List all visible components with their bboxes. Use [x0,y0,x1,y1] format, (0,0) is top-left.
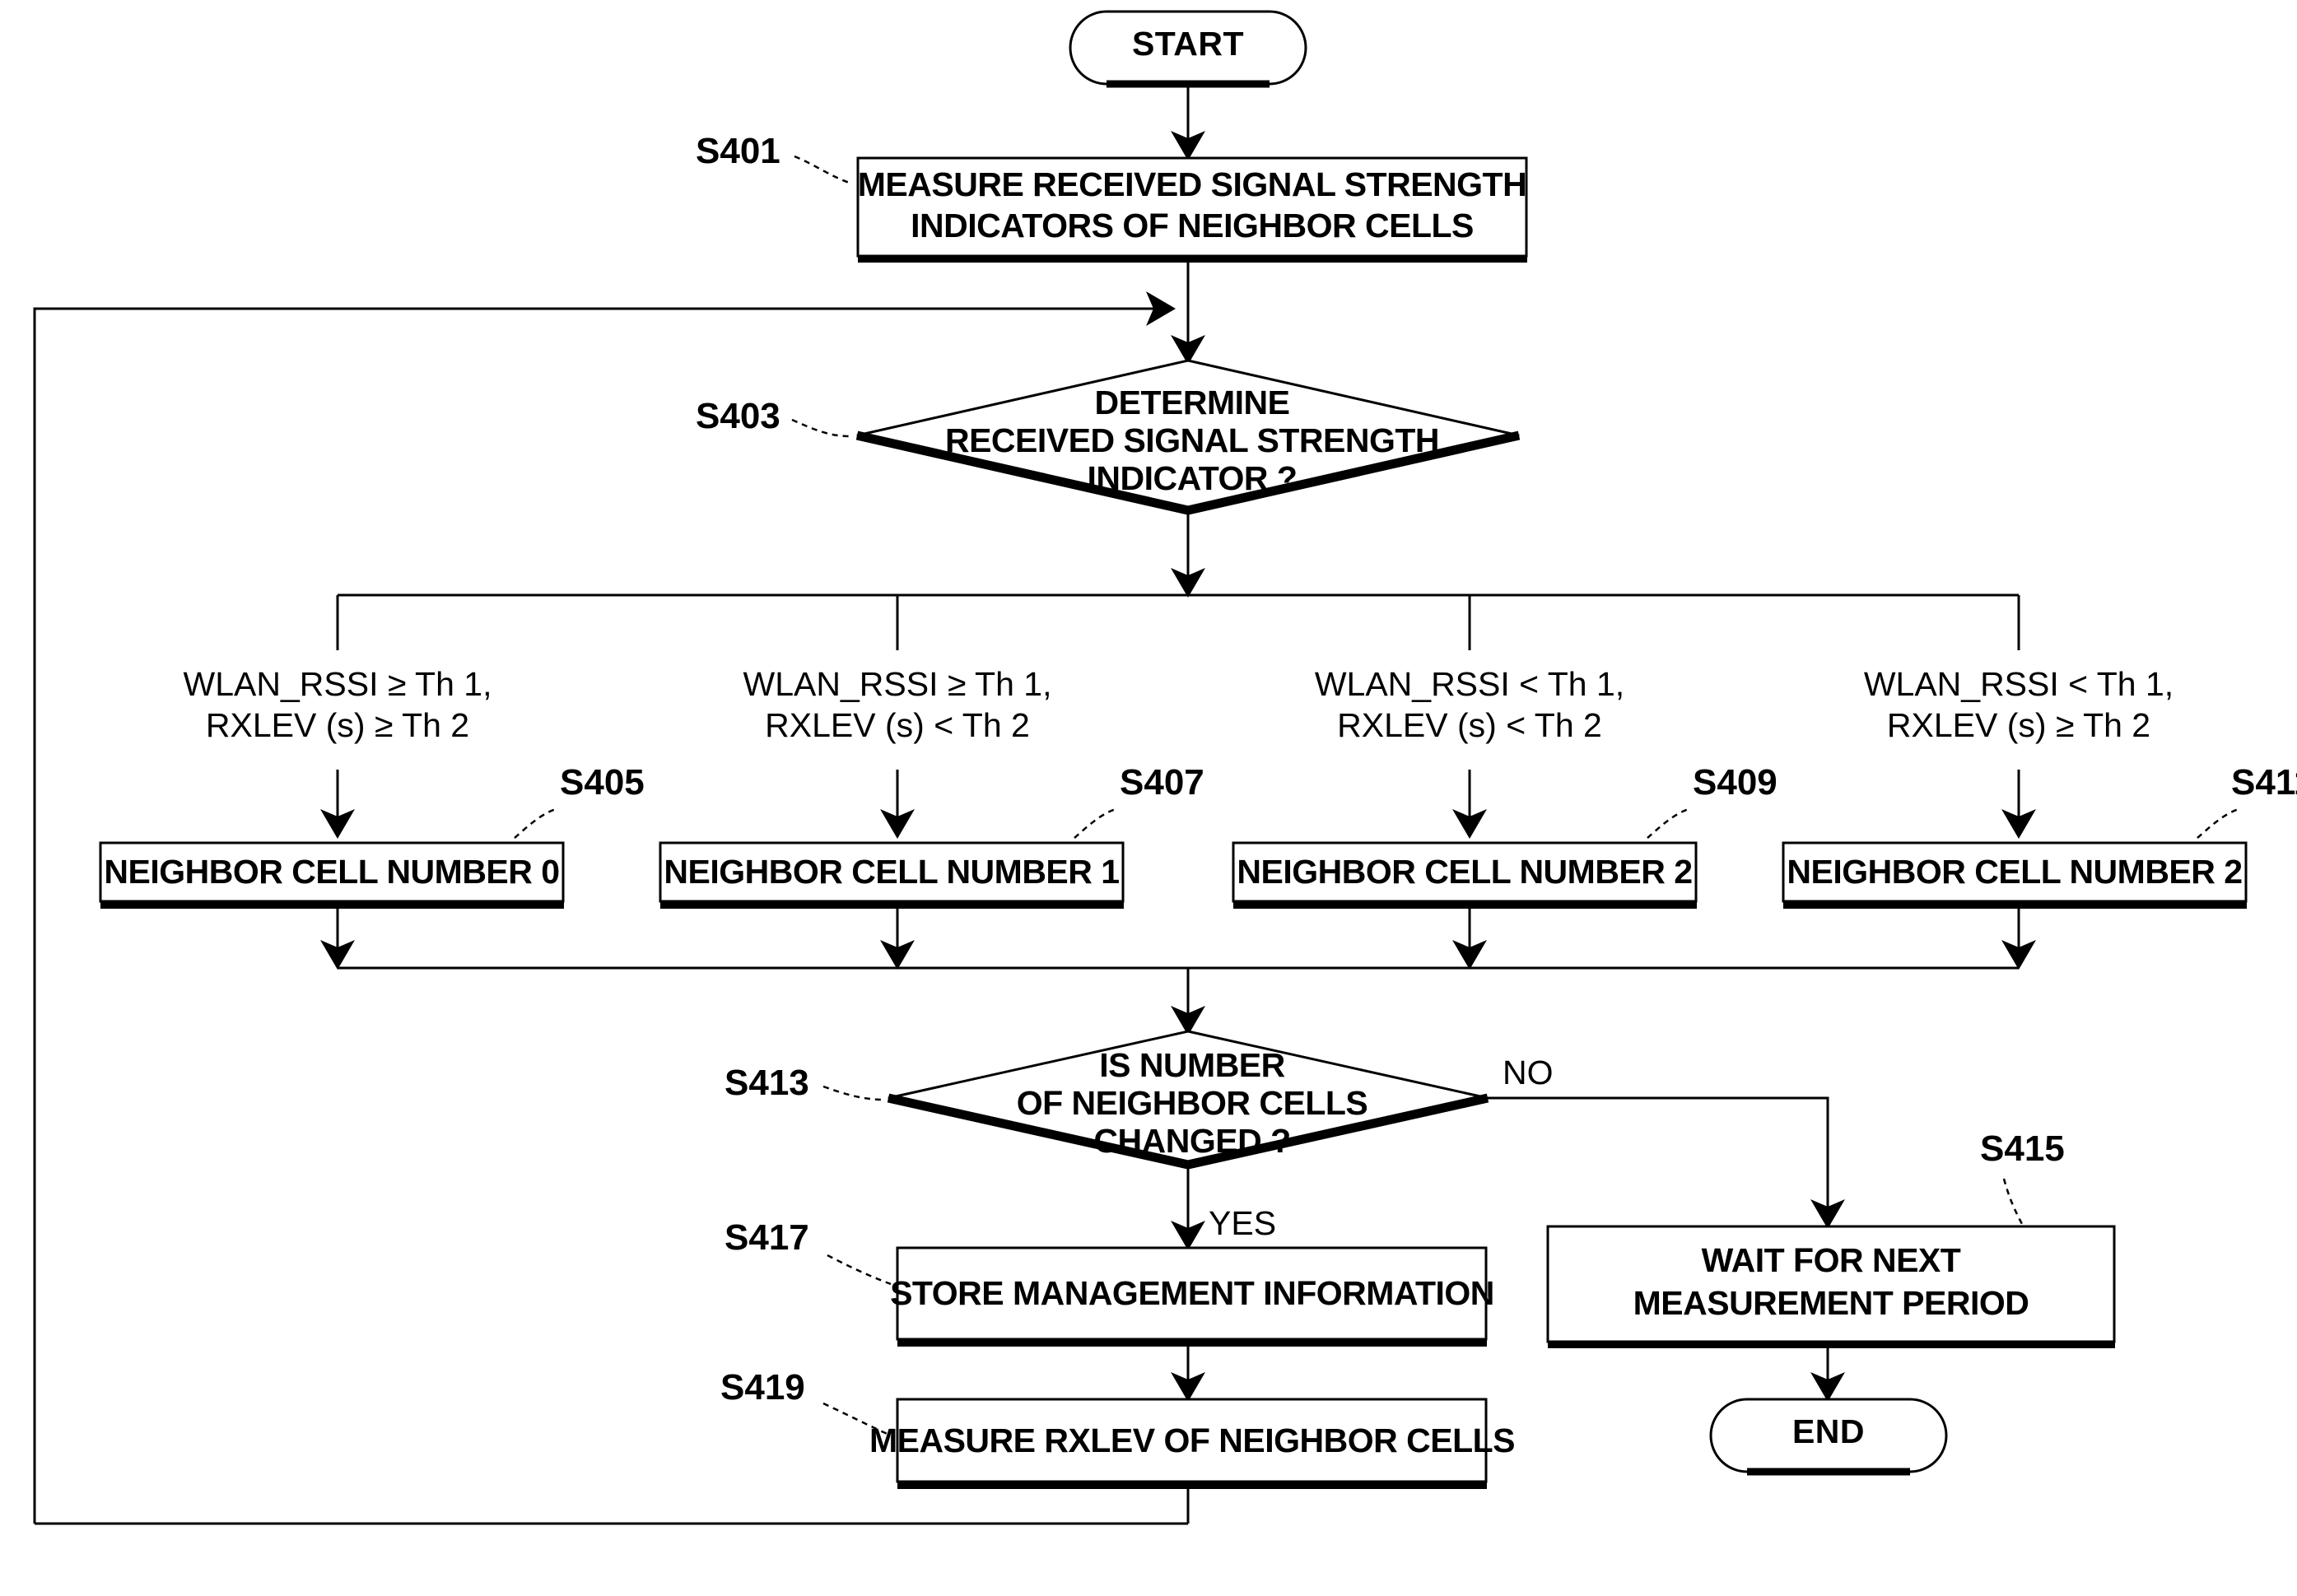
s415-text-line-1: WAIT FOR NEXT [1702,1241,1961,1279]
terminator-start: START [1069,10,1307,88]
leader-s401 [794,155,850,184]
cond2-line-2: RXLEV (s) < Th 2 [765,706,1030,744]
decision-diamond-s403: DETERMINE RECEIVED SIGNAL STRENGTH INDIC… [855,359,1521,515]
step-label-s405: S405 [560,762,645,803]
condition-label-4: WLAN_RSSI < Th 1, RXLEV (s) ≥ Th 2 [1864,665,2174,744]
s403-text-line-1: DETERMINE [1095,384,1290,421]
step-label-s413: S413 [725,1063,809,1103]
process-box-s407: NEIGHBOR CELL NUMBER 1 [659,841,1125,903]
step-label-s401: S401 [696,131,780,171]
s409-text: NEIGHBOR CELL NUMBER 2 [1237,853,1692,891]
s413-text-line-1: IS NUMBER [1099,1046,1285,1084]
s403-text-line-3: INDICATOR ? [1088,459,1298,497]
leader-s415 [2002,1178,2024,1225]
process-box-s411: NEIGHBOR CELL NUMBER 2 [1782,841,2248,903]
s405-text: NEIGHBOR CELL NUMBER 0 [104,853,559,891]
leader-s413 [822,1085,882,1101]
end-label: END [1792,1412,1865,1450]
s411-text: NEIGHBOR CELL NUMBER 2 [1787,853,2242,891]
s407-text: NEIGHBOR CELL NUMBER 1 [664,853,1119,891]
flowchart-canvas: START MEASURE RECEIVED SIGNAL STRENGTH I… [0,0,2297,1596]
branch-label-no: NO [1503,1054,1554,1091]
condition-label-1: WLAN_RSSI ≥ Th 1, RXLEV (s) ≥ Th 2 [184,665,492,744]
step-label-s419: S419 [720,1367,805,1408]
process-box-s415: WAIT FOR NEXT MEASUREMENT PERIOD [1546,1225,2116,1343]
process-box-s417: STORE MANAGEMENT INFORMATION [890,1246,1494,1341]
process-box-s405: NEIGHBOR CELL NUMBER 0 [99,841,565,903]
cond3-line-2: RXLEV (s) < Th 2 [1337,706,1602,744]
branch-label-yes: YES [1209,1204,1276,1242]
step-label-s407: S407 [1120,762,1204,803]
leader-s417 [827,1254,892,1286]
step-label-s403: S403 [696,396,780,436]
decision-diamond-s413: IS NUMBER OF NEIGHBOR CELLS CHANGED ? [887,1030,1489,1170]
leader-s405 [514,807,557,839]
condition-label-3: WLAN_RSSI < Th 1, RXLEV (s) < Th 2 [1315,665,1624,744]
process-box-s409: NEIGHBOR CELL NUMBER 2 [1232,841,1698,903]
leader-s409 [1647,807,1689,839]
cond1-line-2: RXLEV (s) ≥ Th 2 [206,706,469,744]
process-box-s401: MEASURE RECEIVED SIGNAL STRENGTH INDICAT… [856,156,1528,258]
leader-s407 [1074,807,1116,839]
s403-text-line-2: RECEIVED SIGNAL STRENGTH [945,421,1439,459]
s413-text-line-3: CHANGED ? [1093,1122,1290,1160]
cond2-line-1: WLAN_RSSI ≥ Th 1, [743,665,1052,703]
process-box-s419: MEASURE RXLEV OF NEIGHBOR CELLS [869,1398,1516,1483]
condition-label-2: WLAN_RSSI ≥ Th 1, RXLEV (s) < Th 2 [743,665,1052,744]
step-label-s411: S411 [2231,762,2297,803]
start-label: START [1132,25,1244,63]
step-label-s409: S409 [1693,762,1777,803]
leader-s403 [791,418,850,438]
cond4-line-2: RXLEV (s) ≥ Th 2 [1887,706,2150,744]
cond3-line-1: WLAN_RSSI < Th 1, [1315,665,1624,703]
s401-text-line-1: MEASURE RECEIVED SIGNAL STRENGTH [858,165,1526,203]
step-label-s415: S415 [1980,1128,2065,1169]
s419-text: MEASURE RXLEV OF NEIGHBOR CELLS [869,1422,1515,1459]
s415-text-line-2: MEASUREMENT PERIOD [1633,1284,2029,1322]
s417-text: STORE MANAGEMENT INFORMATION [890,1274,1494,1312]
connector-s413-no-to-s415 [1488,1096,1845,1229]
flowchart-svg: START MEASURE RECEIVED SIGNAL STRENGTH I… [33,10,2297,1525]
cond4-line-1: WLAN_RSSI < Th 1, [1864,665,2174,703]
cond1-line-1: WLAN_RSSI ≥ Th 1, [184,665,492,703]
step-label-s417: S417 [725,1217,809,1258]
s413-text-line-2: OF NEIGHBOR CELLS [1017,1084,1368,1122]
terminator-end: END [1709,1398,1948,1476]
s401-text-line-2: INDICATORS OF NEIGHBOR CELLS [911,207,1474,244]
leader-s411 [2197,807,2239,839]
